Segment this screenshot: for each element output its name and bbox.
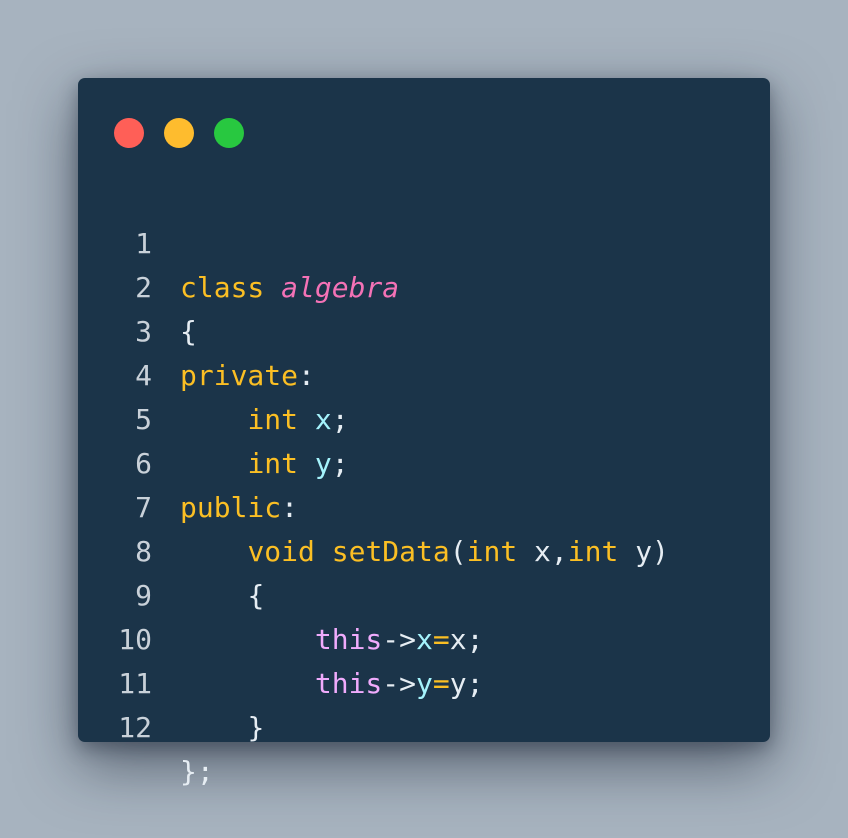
punctuation: }; (180, 755, 214, 788)
line-number: 12 (118, 711, 152, 744)
code-line: 7 void setData(int x,int y) (78, 442, 770, 568)
code-window: 1 class algebra 2 { 3 private: 4 int x; … (78, 78, 770, 788)
code-line: 12 }; (78, 662, 770, 788)
code-line: 1 class algebra (78, 178, 770, 304)
code-line: 9 this->x=x; (78, 530, 770, 656)
code-line: 10 this->y=y; (78, 574, 770, 700)
code-line: 5 int y; (78, 354, 770, 480)
code-line: 2 { (78, 222, 770, 348)
code-line: 4 int x; (78, 310, 770, 436)
punctuation: } (247, 711, 265, 744)
close-button[interactable] (114, 118, 144, 148)
minimize-button[interactable] (164, 118, 194, 148)
code-line: 11 } (78, 618, 770, 744)
code-line: 6 public: (78, 398, 770, 524)
code-block: 1 class algebra 2 { 3 private: 4 int x; … (78, 178, 770, 788)
maximize-button[interactable] (214, 118, 244, 148)
line-content: } (180, 706, 264, 750)
code-line: 3 private: (78, 266, 770, 392)
line-content: }; (180, 750, 214, 794)
code-line: 8 { (78, 486, 770, 612)
